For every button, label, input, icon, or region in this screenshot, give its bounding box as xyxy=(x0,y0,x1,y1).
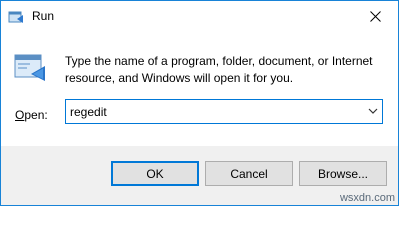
ok-button[interactable]: OK xyxy=(111,161,199,186)
dialog-description: Type the name of a program, folder, docu… xyxy=(65,54,373,85)
title-bar[interactable]: Run xyxy=(1,1,398,32)
open-label-text: pen: xyxy=(24,108,48,122)
window-title: Run xyxy=(32,9,55,23)
chevron-down-icon[interactable] xyxy=(368,107,378,115)
open-label-accesskey: O xyxy=(15,108,25,122)
cancel-button[interactable]: Cancel xyxy=(205,161,293,186)
button-bar: OK Cancel Browse... xyxy=(1,146,398,205)
open-label: Open: xyxy=(15,108,48,122)
run-dialog-icon xyxy=(14,54,45,81)
close-icon xyxy=(370,10,381,22)
browse-button[interactable]: Browse... xyxy=(299,161,387,186)
open-input[interactable] xyxy=(66,100,356,123)
run-dialog: Run Type the name of a program, folder, … xyxy=(0,0,399,206)
close-button[interactable] xyxy=(353,1,398,31)
open-combobox[interactable] xyxy=(65,99,383,124)
run-icon xyxy=(8,11,23,23)
watermark: wsxdn.com xyxy=(339,192,395,204)
